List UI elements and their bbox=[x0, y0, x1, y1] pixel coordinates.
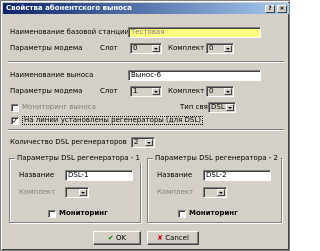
remote-slot-label: Слот bbox=[100, 87, 118, 95]
remote-slot-value: 1 bbox=[133, 87, 138, 95]
regenerator-1-set-label: Комплект bbox=[19, 188, 56, 196]
remote-name-label: Наименование выноса bbox=[10, 71, 94, 79]
regenerator-1-monitoring-checkbox[interactable] bbox=[48, 210, 56, 218]
station-modem-label: Параметры модема bbox=[10, 44, 83, 52]
station-name-label: Наименование базовой станции bbox=[10, 28, 130, 36]
remote-monitoring-label: Мониторинг выноса bbox=[22, 103, 96, 111]
station-set-select[interactable]: 0 bbox=[206, 43, 234, 54]
chevron-down-icon[interactable] bbox=[145, 139, 153, 146]
regenerator-1-monitoring-label: Мониторинг bbox=[59, 209, 108, 217]
regenerator-2-name-label: Название bbox=[157, 171, 193, 179]
chevron-down-icon[interactable] bbox=[217, 189, 225, 196]
regenerator-1-name-label: Название bbox=[19, 171, 55, 179]
link-type-value: DSL bbox=[211, 103, 225, 111]
station-set-value: 0 bbox=[209, 44, 214, 52]
chevron-down-icon[interactable] bbox=[152, 88, 160, 95]
station-slot-value: 0 bbox=[133, 44, 138, 52]
regenerator-2-group: Параметры DSL регенератора - 2 Название … bbox=[147, 154, 282, 223]
regenerator-1-set-select[interactable] bbox=[65, 187, 89, 198]
title-bar[interactable]: Свойства абонентского выноса ? × bbox=[3, 3, 289, 14]
station-slot-select[interactable]: 0 bbox=[130, 43, 162, 54]
window-title: Свойства абонентского выноса bbox=[6, 4, 132, 12]
regenerator-1-title: Параметры DSL регенератора - 1 bbox=[15, 154, 142, 163]
regenerator-2-set-label: Комплект bbox=[157, 188, 194, 196]
regenerator-2-monitoring-label: Мониторинг bbox=[189, 209, 238, 217]
chevron-down-icon[interactable] bbox=[224, 45, 232, 52]
cancel-button[interactable]: ✘ Cancel bbox=[147, 231, 199, 245]
chevron-down-icon[interactable] bbox=[152, 45, 160, 52]
regen-count-label: Количество DSL регенераторов bbox=[10, 138, 127, 146]
help-button[interactable]: ? bbox=[265, 5, 275, 13]
regenerator-1-group: Параметры DSL регенератора - 1 Название … bbox=[9, 154, 142, 223]
ok-button[interactable]: ✔ OK bbox=[93, 231, 141, 245]
cancel-button-label: Cancel bbox=[165, 234, 189, 242]
remote-monitoring-checkbox[interactable] bbox=[11, 104, 19, 112]
link-type-select[interactable]: DSL bbox=[208, 102, 236, 113]
remote-set-select[interactable]: 0 bbox=[206, 86, 234, 97]
station-set-label: Комплект bbox=[168, 44, 205, 52]
regenerator-2-name-field[interactable]: DSL-2 bbox=[203, 170, 271, 181]
dialog-window: Свойства абонентского выноса ? × Наимено… bbox=[0, 0, 290, 251]
remote-name-field[interactable]: Вынос-6 bbox=[128, 70, 261, 81]
cross-icon: ✘ bbox=[157, 234, 163, 242]
regenerators-label: На линии установлены регенераторы (для D… bbox=[22, 116, 204, 125]
remote-slot-select[interactable]: 1 bbox=[130, 86, 162, 97]
checkmark-icon: ✔ bbox=[107, 234, 114, 242]
regen-count-value: 2 bbox=[134, 138, 139, 146]
regenerator-1-name-field[interactable]: DSL-1 bbox=[65, 170, 133, 181]
station-slot-label: Слот bbox=[100, 44, 118, 52]
chevron-down-icon[interactable] bbox=[226, 104, 234, 111]
regenerator-2-title: Параметры DSL регенератора - 2 bbox=[153, 154, 280, 163]
ok-button-label: OK bbox=[116, 234, 127, 242]
chevron-down-icon[interactable] bbox=[79, 189, 87, 196]
separator bbox=[8, 129, 284, 131]
remote-modem-label: Параметры модема bbox=[10, 87, 83, 95]
regenerators-checkbox[interactable]: ✓ bbox=[11, 117, 19, 125]
remote-set-value: 0 bbox=[209, 87, 214, 95]
regenerator-2-monitoring-checkbox[interactable] bbox=[178, 210, 186, 218]
chevron-down-icon[interactable] bbox=[224, 88, 232, 95]
separator bbox=[8, 61, 284, 63]
station-name-field[interactable]: Тестовая bbox=[128, 27, 261, 38]
regen-count-select[interactable]: 2 bbox=[131, 137, 155, 148]
remote-set-label: Комплект bbox=[168, 87, 205, 95]
regenerator-2-set-select[interactable] bbox=[203, 187, 227, 198]
close-button[interactable]: × bbox=[277, 5, 287, 13]
